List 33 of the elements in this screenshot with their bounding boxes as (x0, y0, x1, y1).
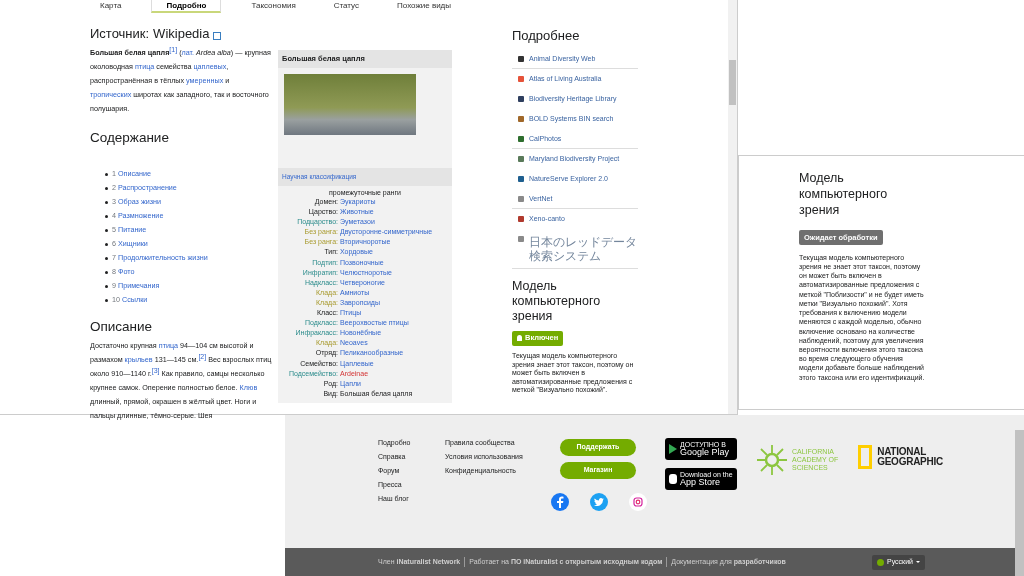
tab[interactable]: Карта (92, 0, 130, 13)
scrollbar-thumb[interactable] (729, 60, 736, 105)
source-label: Источник: (90, 25, 150, 43)
globe-icon (877, 558, 884, 566)
tab[interactable]: Подробно (151, 0, 222, 13)
twitter-icon[interactable] (590, 493, 608, 511)
scrollbar[interactable] (728, 0, 737, 414)
bullet-icon (105, 284, 108, 288)
natgeo-logo[interactable]: NATIONAL GEOGRAPHIC (858, 445, 943, 469)
bullet-icon (105, 228, 108, 232)
section-heading: Содержание (90, 129, 170, 147)
bullet-icon (105, 200, 108, 204)
bullet-icon (105, 242, 108, 246)
section-heading: Описание (90, 318, 154, 336)
external-link[interactable]: 日本のレッドデータ検索システム (529, 234, 638, 263)
source-link[interactable]: Wikipedia (153, 25, 210, 43)
bullet-icon (105, 214, 108, 218)
instagram-icon[interactable] (629, 493, 647, 511)
bullet-icon (105, 298, 108, 302)
caret-icon (916, 561, 920, 563)
bullet-icon (105, 256, 108, 260)
section-heading: Подробнее (512, 27, 581, 45)
bullet-icon (105, 186, 108, 190)
play-icon (669, 444, 677, 454)
section-heading: Модель компьютерного зрения (512, 279, 602, 324)
tab[interactable]: Похожие виды (389, 0, 460, 13)
tab[interactable]: Статус (325, 0, 368, 13)
section-heading: Модель компьютерного зрения (799, 170, 889, 218)
scrollbar[interactable] (1015, 430, 1024, 576)
bullet-icon (105, 172, 108, 176)
tab[interactable]: Таксономия (243, 0, 304, 13)
facebook-icon[interactable] (551, 493, 569, 511)
bullet-icon (105, 270, 108, 274)
